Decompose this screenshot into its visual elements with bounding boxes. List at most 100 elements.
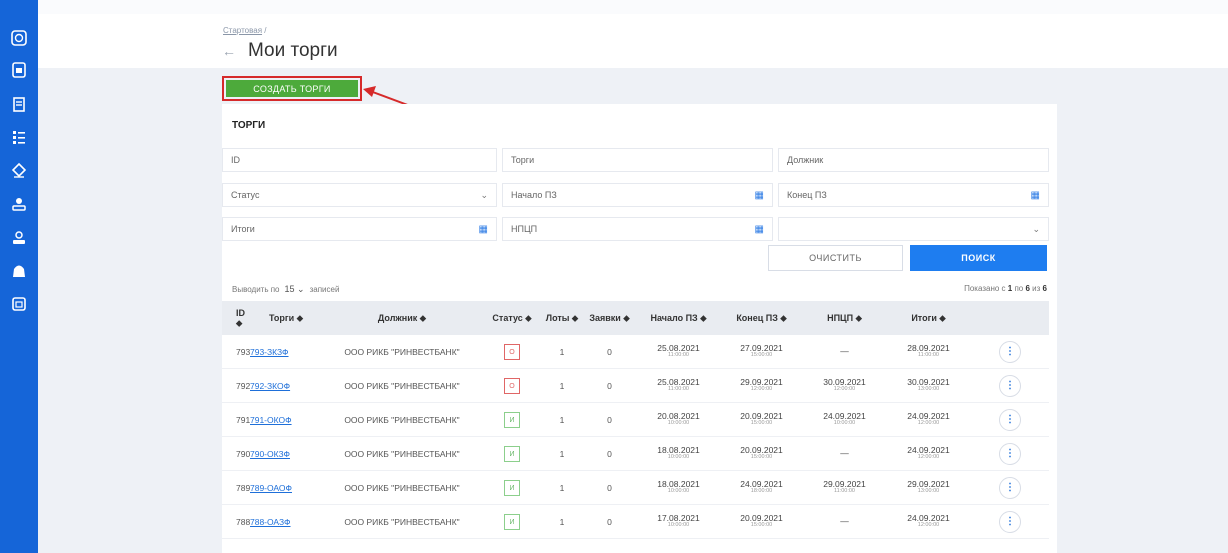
search-button[interactable]: ПОИСК (910, 245, 1047, 271)
shown-prefix: Показано с (964, 284, 1006, 293)
end-time: 15:00:00 (750, 420, 773, 427)
debtor-filter-input[interactable]: Должник (778, 148, 1049, 172)
table-row: 791 791-ОКОФ ООО РИКБ "РИНВЕСТБАНК" И 1 0 20.0… (222, 402, 1049, 437)
more-actions-icon[interactable]: ⋮ (999, 510, 1021, 533)
debtor-filter-placeholder: Должник (787, 155, 824, 165)
cell-npcp: 24.09.2021 10:00:00 (803, 402, 886, 437)
col-header-lots[interactable]: Лоты ⬥ (542, 301, 582, 335)
col-header-end[interactable]: Конец ПЗ ⬥ (720, 301, 803, 335)
table-row: 793 793-ЗКЗФ ООО РИКБ "РИНВЕСТБАНК" О 1 0 25.0… (222, 335, 1049, 369)
list-icon[interactable] (9, 127, 29, 147)
start-time: 10:00:00 (667, 488, 690, 495)
col-header-applications[interactable]: Заявки ⬥ (582, 301, 637, 335)
page-header (38, 0, 1228, 68)
cell-results: 24.09.2021 12:00:00 (886, 504, 971, 539)
cell-actions: ⋮ (971, 335, 1049, 369)
col-header-auction[interactable]: Торги ⬥ (250, 301, 322, 335)
extra-select[interactable]: ⌄ (778, 217, 1049, 241)
globe-icon[interactable] (9, 28, 29, 48)
id-filter-input[interactable]: ID (222, 148, 497, 172)
row-id: 793 (236, 346, 251, 357)
cell-applications: 0 (582, 368, 637, 403)
col-header-start[interactable]: Начало ПЗ ⬥ (637, 301, 720, 335)
start-time: 11:00:00 (667, 352, 689, 359)
clear-button[interactable]: ОЧИСТИТЬ (768, 245, 903, 271)
user-icon[interactable] (9, 228, 29, 248)
col-header-results[interactable]: Итоги ⬥ (886, 301, 971, 335)
end-time: 15:00:00 (750, 352, 773, 359)
results-time: 13:00:00 (917, 386, 940, 393)
calendar-icon[interactable]: ▦ (479, 224, 488, 235)
auction-link[interactable]: 790-ОКЗФ (250, 449, 290, 459)
auction-filter-placeholder: Торги (511, 155, 535, 165)
document-icon[interactable] (9, 60, 29, 80)
npcp-time: 10:00:00 (833, 420, 856, 427)
status-select[interactable]: Статус ⌄ (222, 183, 497, 207)
row-id: 790 (236, 448, 251, 459)
cell-applications: 0 (582, 335, 637, 369)
auction-link[interactable]: 788-ОАЗФ (250, 517, 291, 527)
row-id: 789 (236, 482, 251, 493)
briefcase-icon[interactable] (9, 261, 29, 281)
results-time: 11:00:00 (917, 352, 939, 359)
cell-lots: 1 (542, 470, 582, 505)
gavel-icon[interactable] (9, 160, 29, 180)
more-actions-icon[interactable]: ⋮ (999, 374, 1021, 397)
cell-applications: 0 (582, 436, 637, 471)
cell-id: 790 (222, 436, 251, 471)
more-actions-icon[interactable]: ⋮ (999, 340, 1021, 363)
status-badge: И (504, 513, 520, 530)
calendar-icon[interactable]: ▦ (1031, 190, 1040, 201)
cell-auction: 792-ЗКОФ (250, 368, 322, 403)
col-header-npcp[interactable]: НПЦП ⬥ (803, 301, 886, 335)
chevron-down-icon: ⌄ (297, 284, 305, 294)
auctions-table: ID ⬥ Торги ⬥ Должник ⬥ Статус ⬥ Лоты ⬥ З… (222, 301, 1049, 539)
cell-results: 28.09.2021 11:00:00 (886, 335, 971, 369)
col-header-actions (971, 301, 1049, 335)
cell-start: 17.08.2021 10:00:00 (637, 504, 720, 539)
results-time: 13:00:00 (917, 488, 940, 495)
end-date-input[interactable]: Конец ПЗ ▦ (778, 183, 1049, 207)
calendar-icon[interactable]: ▦ (755, 224, 764, 235)
calendar-icon[interactable] (9, 294, 29, 314)
create-button-highlight: СОЗДАТЬ ТОРГИ (222, 76, 362, 101)
results-date-input[interactable]: Итоги ▦ (222, 217, 497, 241)
breadcrumb-home-link[interactable]: Стартовая (223, 26, 262, 35)
start-date-input[interactable]: Начало ПЗ ▦ (502, 183, 773, 207)
cell-id: 791 (222, 402, 250, 437)
status-badge: О (504, 377, 520, 394)
page-size-select[interactable]: 15 ⌄ (285, 284, 305, 295)
cell-status: И (482, 402, 542, 437)
auction-link[interactable]: 792-ЗКОФ (250, 381, 290, 391)
breadcrumb-separator: / (264, 26, 267, 35)
cell-npcp: — (803, 504, 886, 539)
npcp-date-input[interactable]: НПЦП ▦ (502, 217, 773, 241)
cell-applications: 0 (582, 470, 637, 505)
cell-start: 25.08.2021 11:00:00 (637, 368, 720, 403)
shown-to: 6 (1025, 284, 1030, 293)
col-header-debtor[interactable]: Должник ⬥ (322, 301, 482, 335)
cell-results: 24.09.2021 12:00:00 (886, 436, 971, 471)
title-row: ← Мои торги (222, 40, 338, 62)
cell-lots: 1 (542, 436, 582, 471)
breadcrumb: Стартовая / (223, 26, 267, 35)
col-header-status[interactable]: Статус ⬥ (482, 301, 542, 335)
cell-actions: ⋮ (971, 402, 1049, 437)
col-header-id[interactable]: ID ⬥ (222, 301, 250, 335)
user-check-icon[interactable] (9, 194, 29, 214)
auction-filter-input[interactable]: Торги (502, 148, 773, 172)
auction-link[interactable]: 789-ОАОФ (250, 483, 292, 493)
cell-npcp: — (803, 335, 886, 369)
chevron-down-icon: ⌄ (480, 189, 488, 200)
more-actions-icon[interactable]: ⋮ (999, 476, 1021, 499)
cell-end: 29.09.2021 12:00:00 (720, 368, 803, 403)
calendar-icon[interactable]: ▦ (755, 190, 764, 201)
more-actions-icon[interactable]: ⋮ (999, 408, 1021, 431)
clipboard-icon[interactable] (9, 94, 29, 114)
more-actions-icon[interactable]: ⋮ (999, 442, 1021, 465)
back-arrow-icon[interactable]: ← (222, 43, 236, 59)
auction-link[interactable]: 791-ОКОФ (250, 415, 292, 425)
create-auction-button[interactable]: СОЗДАТЬ ТОРГИ (226, 80, 358, 97)
auction-link[interactable]: 793-ЗКЗФ (250, 347, 289, 357)
cell-auction: 793-ЗКЗФ (250, 335, 322, 369)
